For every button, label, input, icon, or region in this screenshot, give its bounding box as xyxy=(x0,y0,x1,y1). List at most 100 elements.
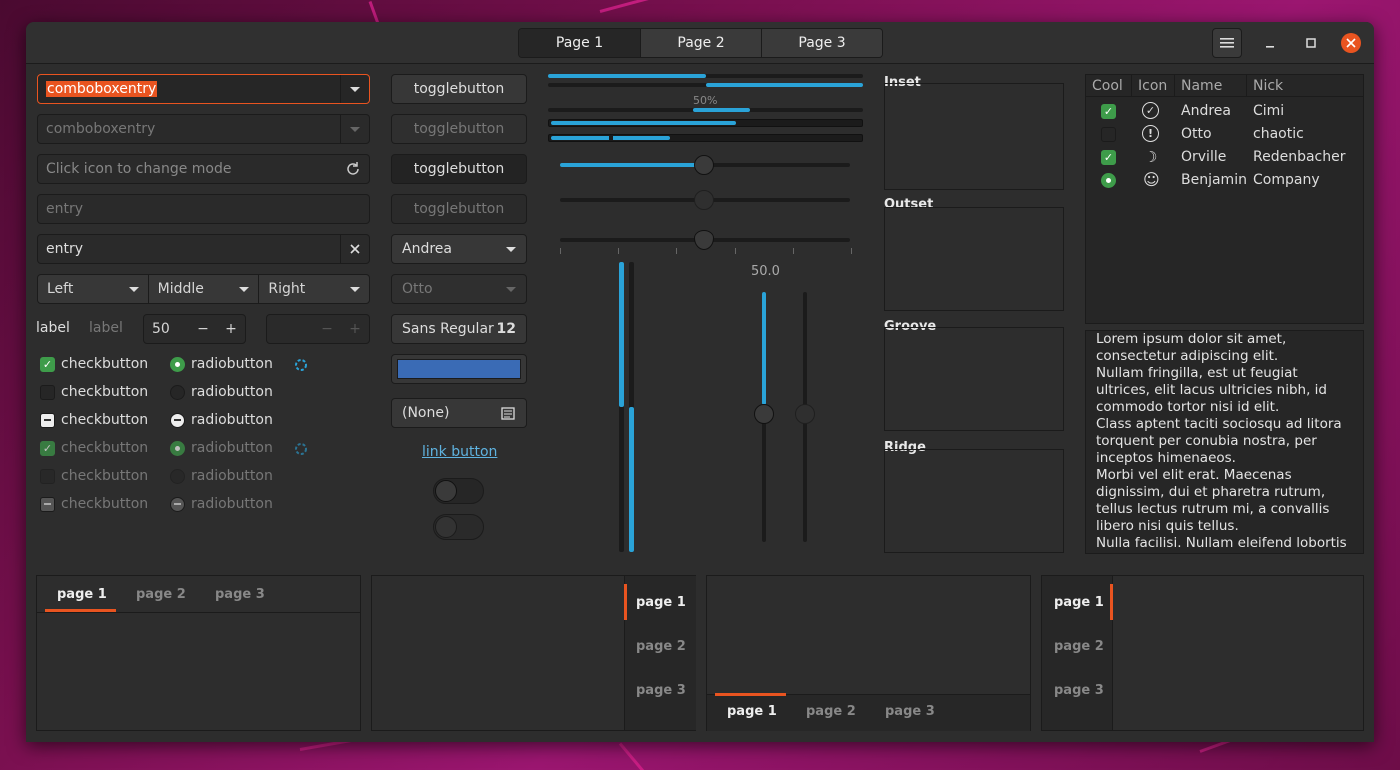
font-name: Sans Regular xyxy=(402,321,494,337)
radiobutton-inconsistent[interactable]: radiobutton xyxy=(170,412,273,428)
column-header-cool[interactable]: Cool xyxy=(1092,78,1123,94)
checkbutton-inconsistent[interactable]: checkbutton xyxy=(40,412,148,428)
maximize-button[interactable] xyxy=(1296,28,1326,58)
vscale-2-handle xyxy=(795,404,815,424)
togglebutton-active[interactable]: togglebutton xyxy=(391,154,527,184)
notebook-top-tab-2[interactable]: page 2 xyxy=(136,587,186,602)
combo-left-label: Left xyxy=(47,281,74,297)
checkbutton-unchecked[interactable]: checkbutton xyxy=(40,384,148,400)
label: label xyxy=(36,320,70,336)
check-icon[interactable]: ✓ xyxy=(1101,104,1116,119)
close-button[interactable] xyxy=(1336,28,1366,58)
notebook-right-tab-1[interactable]: page 1 xyxy=(636,595,686,610)
radio-on-icon[interactable] xyxy=(1101,173,1116,188)
clear-entry-button[interactable] xyxy=(340,235,369,263)
togglebutton[interactable]: togglebutton xyxy=(391,74,527,104)
checkbox-mixed-icon xyxy=(40,496,55,512)
comboboxentry-text: comboboxentry xyxy=(46,81,158,97)
radiobutton-label: radiobutton xyxy=(191,496,273,512)
spin-minus-button[interactable]: − xyxy=(189,321,217,337)
notebook-top-tab-3[interactable]: page 3 xyxy=(215,587,265,602)
checkbutton-label: checkbutton xyxy=(61,412,149,428)
checkbutton-mixed-disabled: checkbutton xyxy=(40,496,148,512)
radiobutton-label: radiobutton xyxy=(191,468,273,484)
tree-row[interactable]: ✓ ☽ Orville Redenbacher xyxy=(1086,147,1363,169)
notebook-right-tab-2[interactable]: page 2 xyxy=(636,639,686,654)
scale-marks xyxy=(560,248,852,256)
entry-placeholder-field[interactable]: entry xyxy=(37,194,370,224)
checkbutton-label: checkbutton xyxy=(61,356,149,372)
tree-row[interactable]: ✓ ✓ Andrea Cimi xyxy=(1086,101,1363,123)
radiobutton-selected[interactable]: radiobutton xyxy=(170,356,273,372)
notebook-left-tab-3[interactable]: page 3 xyxy=(1054,683,1104,698)
text-view[interactable]: Lorem ipsum dolor sit amet, consectetur a… xyxy=(1085,330,1364,554)
tab-page-1[interactable]: Page 1 xyxy=(519,29,640,57)
combo-middle[interactable]: Middle xyxy=(149,275,260,303)
hscale-1-handle[interactable] xyxy=(694,155,714,175)
check-icon[interactable]: ✓ xyxy=(1101,150,1116,165)
combo-right-label: Right xyxy=(268,281,306,297)
entry-placeholder: entry xyxy=(46,201,84,217)
chevron-down-icon xyxy=(506,286,516,292)
frame-outset xyxy=(884,207,1064,311)
frame-ridge xyxy=(884,449,1064,553)
color-button[interactable] xyxy=(391,354,527,384)
tree-header xyxy=(1086,75,1363,97)
vscale-1-handle[interactable] xyxy=(754,404,774,424)
checkbutton-unchecked-disabled: checkbutton xyxy=(40,468,148,484)
refresh-icon[interactable] xyxy=(345,161,361,177)
spin-button[interactable]: 50 − + xyxy=(143,314,246,344)
hscale-3-handle[interactable] xyxy=(694,230,714,250)
column-header-icon[interactable]: Icon xyxy=(1138,78,1167,94)
combo-andrea[interactable]: Andrea xyxy=(391,234,527,264)
tab-page-2[interactable]: Page 2 xyxy=(640,29,761,57)
notebook-top-tab-1[interactable]: page 1 xyxy=(57,587,107,602)
tree-view: Cool Icon Name Nick ✓ ✓ Andrea Cimi ! Ot… xyxy=(1085,74,1364,324)
frame-groove xyxy=(884,327,1064,431)
face-icon: ☺ xyxy=(1143,170,1160,189)
column-header-nick[interactable]: Nick xyxy=(1253,78,1283,94)
notebook-right-tab-3[interactable]: page 3 xyxy=(636,683,686,698)
notebook-bottom-tab-2[interactable]: page 2 xyxy=(806,704,856,719)
text-line: consectetur adipiscing elit. xyxy=(1096,348,1279,364)
tree-row[interactable]: ☺ Benjamin Company xyxy=(1086,170,1363,192)
checkbox-empty-icon[interactable] xyxy=(1101,127,1116,142)
font-button[interactable]: Sans Regular 12 xyxy=(391,314,527,344)
radiobutton-unselected-disabled: radiobutton xyxy=(170,468,273,484)
comboboxentry-active[interactable]: comboboxentry xyxy=(37,74,370,104)
radiobutton-label: radiobutton xyxy=(191,384,273,400)
tree-name: Otto xyxy=(1181,126,1212,142)
combo-left[interactable]: Left xyxy=(38,275,149,303)
tab-page-3[interactable]: Page 3 xyxy=(761,29,882,57)
notebook-bottom-tab-3[interactable]: page 3 xyxy=(885,704,935,719)
checkbutton-checked[interactable]: ✓ checkbutton xyxy=(40,356,148,372)
notebook-bottom-tab-1[interactable]: page 1 xyxy=(727,704,777,719)
maximize-icon xyxy=(1306,38,1316,48)
checkbox-empty-icon xyxy=(40,468,55,484)
gtk-widget-factory-window: Page 1 Page 2 Page 3 comboboxentry combo… xyxy=(26,22,1374,742)
combo-right[interactable]: Right xyxy=(259,275,369,303)
chevron-down-icon xyxy=(350,126,360,132)
menu-button[interactable] xyxy=(1212,28,1242,58)
notebook-left-tab-2[interactable]: page 2 xyxy=(1054,639,1104,654)
switch-off[interactable] xyxy=(433,478,484,504)
vprogress-fill xyxy=(619,262,624,407)
progress-bar-1 xyxy=(548,74,863,78)
file-chooser-button[interactable]: (None) xyxy=(391,398,527,428)
progress-label: 50% xyxy=(693,94,718,107)
hscale-fill xyxy=(560,163,705,167)
column-header-name[interactable]: Name xyxy=(1181,78,1222,94)
mode-entry[interactable]: Click icon to change mode xyxy=(37,154,370,184)
progress-bar-5 xyxy=(548,134,863,142)
progress-fill xyxy=(548,74,706,78)
spin-plus-disabled: + xyxy=(349,321,361,337)
link-button[interactable]: link button xyxy=(422,444,497,460)
radiobutton-unselected[interactable]: radiobutton xyxy=(170,384,273,400)
spin-plus-button[interactable]: + xyxy=(217,321,245,337)
progress-bar-2 xyxy=(548,83,863,87)
notebook-left-tab-1[interactable]: page 1 xyxy=(1054,595,1104,610)
tree-row[interactable]: ! Otto chaotic xyxy=(1086,124,1363,146)
minimize-button[interactable] xyxy=(1256,28,1286,58)
combo-dropdown-button[interactable] xyxy=(340,75,369,103)
entry-field[interactable]: entry xyxy=(37,234,370,264)
